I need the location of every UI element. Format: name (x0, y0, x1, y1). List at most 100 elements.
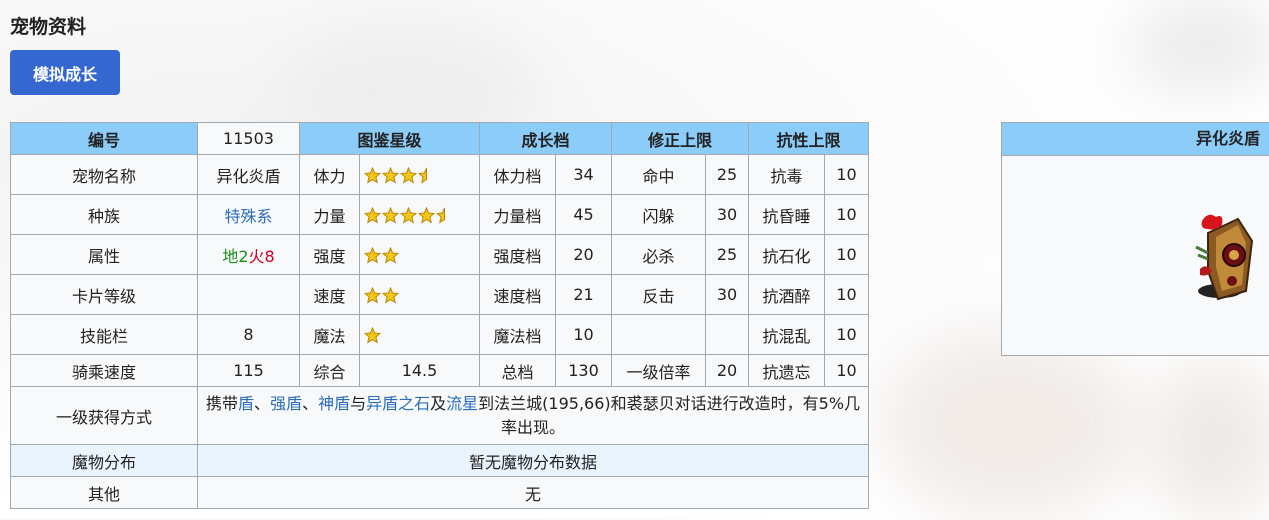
half-star-icon (418, 167, 427, 184)
earth-attribute: 地2 (222, 246, 249, 266)
distribution-value: 暂无魔物分布数据 (196, 444, 870, 477)
race-link[interactable]: 特殊系 (197, 194, 300, 235)
obtain-method-text: 携带盾、强盾、神盾与异盾之石及流星到法兰城(195,66)和裘瑟贝对话进行改造时… (196, 386, 870, 445)
obtain-text: 到法兰城(195,66)和裘瑟贝对话进行改造时，有5%几率出现。 (478, 393, 861, 437)
correction-header: 修正上限 (611, 122, 750, 155)
background-blur (1130, 0, 1269, 90)
star-rating (364, 247, 399, 264)
star-icon (364, 167, 381, 184)
resistance-label: 抗毒 (748, 154, 826, 195)
gear-value: 10 (555, 314, 613, 355)
star-icon (418, 207, 435, 224)
star-icon (364, 247, 381, 264)
star-rating (364, 207, 445, 224)
row-label: 卡片等级 (10, 274, 198, 315)
resistance-label: 抗遗忘 (748, 354, 826, 387)
resistance-header: 抗性上限 (748, 122, 870, 155)
pet-info-table: 编号 11503 图鉴星级 成长档 修正上限 抗性上限 宠物名称 异化炎盾 体力… (10, 122, 870, 509)
correction-value: 25 (705, 234, 750, 275)
stat-label: 力量 (299, 194, 360, 235)
star-cell (358, 274, 481, 315)
resistance-label: 抗酒醉 (748, 274, 826, 315)
id-header: 编号 (10, 122, 198, 155)
obtain-text: 与 (350, 393, 367, 413)
correction-value: 30 (705, 194, 750, 235)
star-cell (358, 154, 481, 195)
correction-value: 25 (705, 154, 750, 195)
other-value: 无 (196, 476, 870, 509)
item-link-shield[interactable]: 盾 (238, 394, 254, 413)
table-row: 技能栏 8 魔法 魔法档 10 抗混乱 10 (10, 314, 870, 355)
gear-value: 21 (555, 274, 613, 315)
resistance-label: 抗混乱 (748, 314, 826, 355)
star-icon (364, 207, 381, 224)
correction-label (611, 314, 707, 355)
star-icon (382, 287, 399, 304)
star-rating (364, 327, 381, 344)
obtain-text: 、 (254, 393, 271, 413)
row-label: 一级获得方式 (10, 386, 198, 445)
stat-label: 魔法 (299, 314, 360, 355)
resistance-value: 10 (824, 314, 870, 355)
gear-label: 强度档 (479, 234, 557, 275)
gear-value: 20 (555, 234, 613, 275)
gear-label: 体力档 (479, 154, 557, 195)
gear-value: 34 (555, 154, 613, 195)
item-link-strong-shield[interactable]: 强盾 (270, 394, 302, 413)
star-icon (382, 247, 399, 264)
table-row: 卡片等级 速度 速度档 21 反击 30 抗酒醉 10 (10, 274, 870, 315)
obtain-text: 、 (302, 393, 319, 413)
star-icon (400, 167, 417, 184)
stat-label: 强度 (299, 234, 360, 275)
half-star-icon (436, 207, 445, 224)
star-cell (358, 234, 481, 275)
star-cell (358, 194, 481, 235)
obtain-text: 及 (430, 393, 447, 413)
id-value: 11503 (197, 122, 300, 155)
pet-image-panel: 异化炎盾 (1001, 122, 1269, 356)
correction-label: 必杀 (611, 234, 707, 275)
star-rating-header: 图鉴星级 (298, 122, 481, 155)
gear-value: 45 (555, 194, 613, 235)
table-row: 骑乘速度 115 综合 14.5 总档 130 一级倍率 20 抗遗忘 10 (10, 354, 870, 387)
star-icon (364, 327, 381, 344)
correction-value: 30 (705, 274, 750, 315)
row-label: 技能栏 (10, 314, 198, 355)
growth-header: 成长档 (479, 122, 613, 155)
section-title: 宠物资料 (10, 16, 87, 38)
distribution-row: 魔物分布 暂无魔物分布数据 (10, 444, 870, 477)
resistance-value: 10 (824, 154, 870, 195)
attribute-value: 地2火8 (197, 234, 300, 275)
resistance-value: 10 (824, 354, 870, 387)
star-icon (400, 207, 417, 224)
obtain-row: 一级获得方式 携带盾、强盾、神盾与异盾之石及流星到法兰城(195,66)和裘瑟贝… (10, 386, 870, 445)
stat-label: 综合 (299, 354, 360, 387)
correction-value (705, 314, 750, 355)
card-level-value (197, 274, 300, 315)
gear-label: 总档 (479, 354, 557, 387)
pet-image-panel-title: 异化炎盾 (1002, 123, 1269, 156)
gear-value: 130 (555, 354, 613, 387)
table-row: 属性 地2火8 强度 强度档 20 必杀 25 抗石化 10 (10, 234, 870, 275)
correction-label: 反击 (611, 274, 707, 315)
row-label: 种族 (10, 194, 198, 235)
correction-label: 一级倍率 (611, 354, 707, 387)
resistance-label: 抗昏睡 (748, 194, 826, 235)
fire-attribute: 火8 (248, 246, 275, 266)
overall-star-value: 14.5 (358, 354, 481, 387)
gear-label: 力量档 (479, 194, 557, 235)
item-link-divine-shield[interactable]: 神盾 (318, 394, 350, 413)
stat-label: 体力 (299, 154, 360, 195)
resistance-value: 10 (824, 274, 870, 315)
item-link-meteor[interactable]: 流星 (446, 394, 478, 413)
obtain-text: 携带 (206, 393, 239, 413)
item-link-shield-stone[interactable]: 异盾之石 (366, 394, 430, 413)
pet-name-value: 异化炎盾 (197, 154, 300, 195)
gear-label: 魔法档 (479, 314, 557, 355)
gear-label: 速度档 (479, 274, 557, 315)
star-icon (382, 167, 399, 184)
row-label: 魔物分布 (10, 444, 198, 477)
other-row: 其他 无 (10, 476, 870, 509)
simulate-growth-button[interactable]: 模拟成长 (10, 50, 120, 95)
resistance-label: 抗石化 (748, 234, 826, 275)
